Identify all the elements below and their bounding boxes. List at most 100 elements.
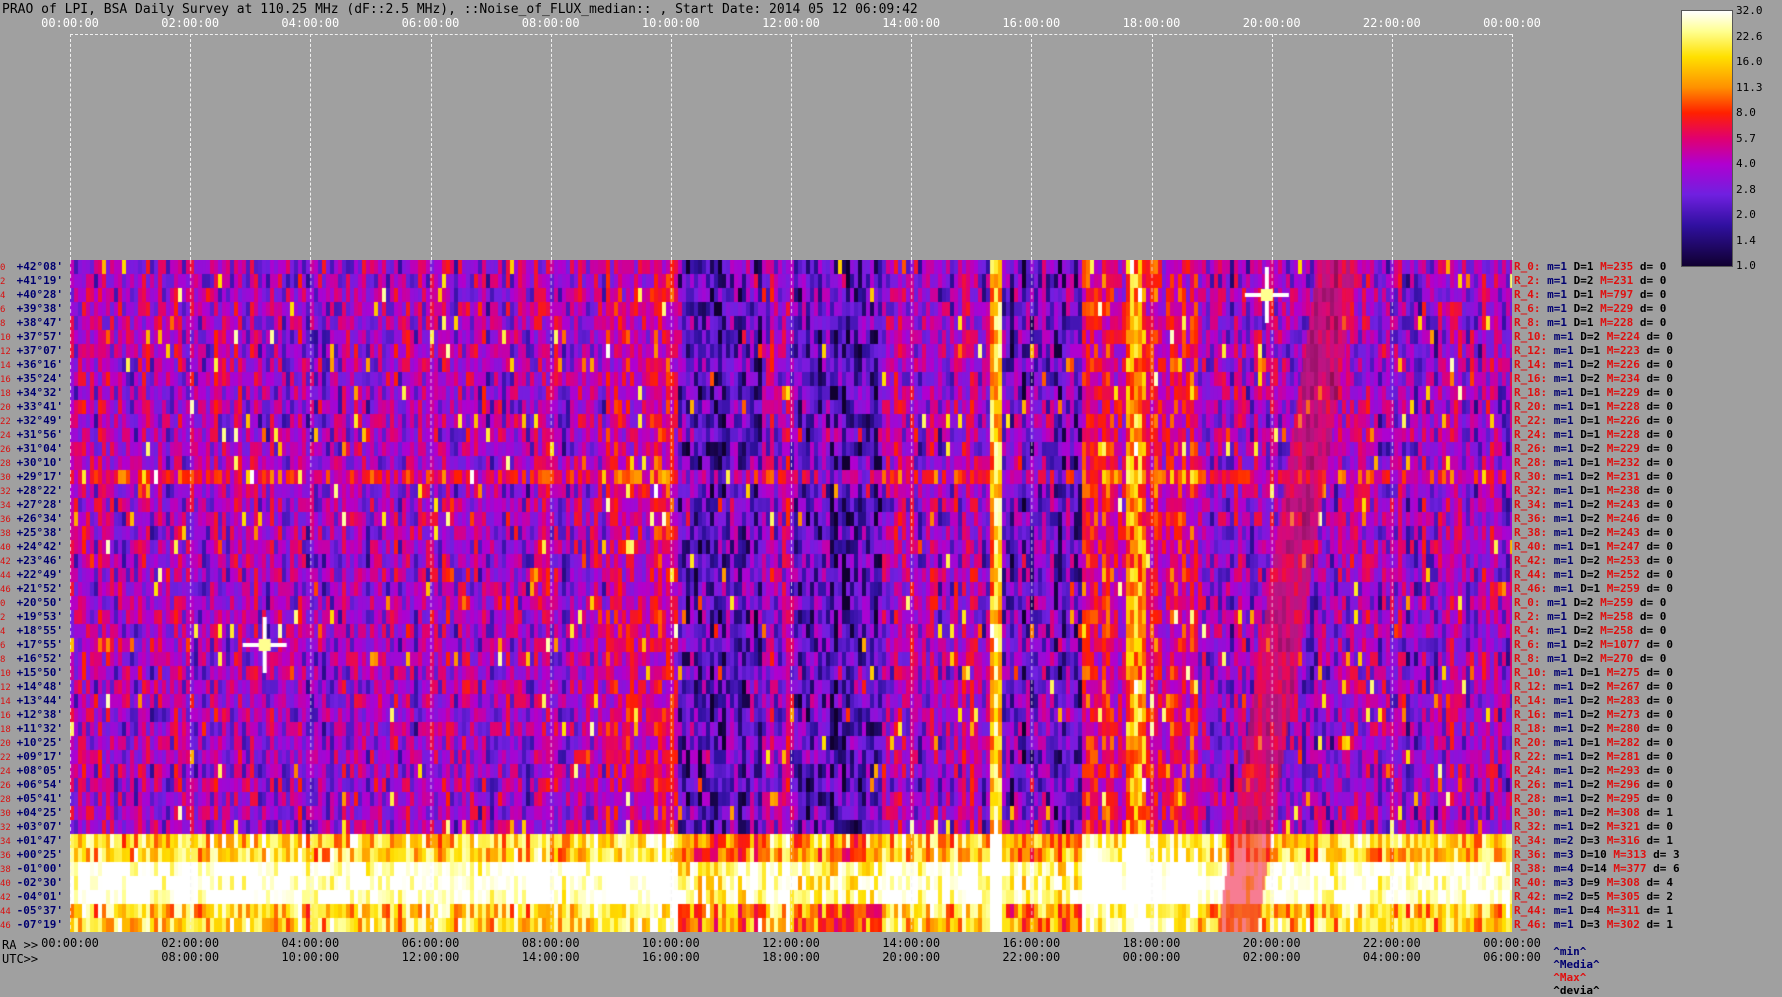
row-index: 18 [0, 724, 11, 735]
stat-field: R_16: [1514, 707, 1548, 721]
stat-field: m=4 [1547, 861, 1574, 875]
row-index: 30 [0, 472, 11, 483]
stat-field: D=1 [1573, 385, 1601, 399]
stat-field: R_32: [1514, 819, 1548, 833]
stat-field: m=1 [1547, 371, 1574, 385]
stat-field: M=308 [1600, 805, 1640, 819]
stat-field: d= 0 [1639, 483, 1673, 497]
row-statistics: R_0: m=1 D=1 M=235 d= 0 R_2: m=1 D=2 M=23… [1514, 260, 1714, 932]
utc-bottom-tick: 02:00:00 [1242, 950, 1301, 964]
stat-field: R_46: [1514, 917, 1548, 931]
stat-field: m=1 [1547, 917, 1574, 931]
grid-line [550, 34, 552, 260]
stat-field: R_4: [1514, 623, 1541, 637]
declination-value: +29°17' [10, 469, 63, 483]
row-stat: R_30: m=1 D=2 M=231 d= 0 [1514, 470, 1673, 484]
stat-field: m=2 [1547, 889, 1574, 903]
stat-field: m=1 [1547, 791, 1574, 805]
utc-top-tick: 08:00:00 [521, 16, 580, 30]
row-index: 30 [0, 808, 11, 819]
declination-value: +28°22' [10, 483, 63, 497]
legend-min: ^min^ [1553, 945, 1587, 958]
stat-field: m=1 [1547, 805, 1574, 819]
stat-field: D=2 [1573, 525, 1601, 539]
stat-field: M=246 [1600, 511, 1640, 525]
row-index: 28 [0, 458, 11, 469]
declination-label: 18 +11°32' [0, 722, 70, 736]
row-stat: R_14: m=1 D=2 M=226 d= 0 [1514, 358, 1673, 372]
row-index: 34 [0, 836, 11, 847]
stat-field: m=1 [1547, 399, 1574, 413]
declination-value: +31°04' [10, 441, 63, 455]
stat-field: m=1 [1547, 497, 1574, 511]
stat-field: m=1 [1540, 623, 1567, 637]
utc-bottom-tick: 14:00:00 [521, 950, 580, 964]
stat-field: m=1 [1547, 777, 1574, 791]
stat-field: d= 0 [1639, 399, 1673, 413]
stat-field: M=273 [1600, 707, 1640, 721]
stat-field: R_42: [1514, 553, 1548, 567]
stat-field: d= 0 [1639, 329, 1673, 343]
stat-field: D=1 [1573, 413, 1601, 427]
grid-line [1512, 34, 1513, 260]
declination-value: +16°52' [10, 651, 63, 665]
stat-field: m=1 [1547, 455, 1574, 469]
row-stat: R_10: m=1 D=1 M=275 d= 0 [1514, 666, 1673, 680]
stat-field: d= 0 [1633, 287, 1667, 301]
stat-field: M=247 [1600, 539, 1640, 553]
declination-value: +34°32' [10, 385, 63, 399]
stat-field: d= 0 [1639, 525, 1673, 539]
stat-field: D=2 [1573, 469, 1601, 483]
row-stat: R_8: m=1 D=1 M=228 d= 0 [1514, 316, 1666, 330]
row-index: 12 [0, 346, 11, 357]
stat-field: D=2 [1573, 679, 1601, 693]
colorbar-tick: 4.0 [1736, 157, 1756, 170]
stat-field: d= 0 [1639, 679, 1673, 693]
legend-max: ^Max^ [1553, 971, 1587, 984]
row-stat: R_6: m=1 D=2 M=1077 d= 0 [1514, 638, 1673, 652]
utc-bottom-tick: 10:00:00 [281, 950, 340, 964]
stat-field: m=1 [1547, 483, 1574, 497]
stat-field: m=1 [1547, 693, 1574, 707]
ra-tick: 04:00:00 [281, 936, 340, 950]
colorbar-tick: 32.0 [1736, 4, 1763, 17]
row-stat: R_2: m=1 D=2 M=258 d= 0 [1514, 610, 1666, 624]
stat-field: m=1 [1547, 469, 1574, 483]
stat-field: D=1 [1573, 581, 1601, 595]
declination-label: 22 +32°49' [0, 414, 70, 428]
stat-field: M=231 [1593, 273, 1634, 287]
stat-field: d= 0 [1639, 371, 1673, 385]
stat-field: R_28: [1514, 455, 1548, 469]
declination-value: +37°57' [10, 329, 63, 343]
row-index: 6 [0, 304, 6, 315]
stat-field: M=377 [1606, 861, 1647, 875]
row-index: 16 [0, 710, 11, 721]
grid-line [1031, 34, 1033, 260]
row-index: 46 [0, 584, 11, 595]
grid-line [1391, 34, 1393, 260]
stat-field: m=1 [1547, 329, 1574, 343]
declination-value: +01°47' [10, 833, 63, 847]
declination-label: 10 +37°57' [0, 330, 70, 344]
stat-field: M=258 [1593, 609, 1634, 623]
row-stat: R_24: m=1 D=2 M=293 d= 0 [1514, 764, 1673, 778]
stat-field: R_24: [1514, 427, 1548, 441]
row-index: 40 [0, 542, 11, 553]
stat-field: M=1077 [1593, 637, 1640, 651]
stat-field: M=238 [1600, 483, 1640, 497]
stat-field: D=1 [1573, 343, 1601, 357]
grid-line [310, 34, 312, 260]
stat-field: m=1 [1547, 763, 1574, 777]
stat-field: R_34: [1514, 497, 1548, 511]
declination-value: +38°47' [10, 315, 63, 329]
declination-label: 44 +22°49' [0, 568, 70, 582]
ra-tick: 06:00:00 [401, 936, 460, 950]
stat-field: R_14: [1514, 357, 1548, 371]
stat-field: R_22: [1514, 413, 1548, 427]
stat-field: D=1 [1573, 399, 1601, 413]
stat-field: m=1 [1547, 427, 1574, 441]
stat-field: d= 1 [1639, 917, 1673, 931]
row-index: 2 [0, 276, 6, 287]
row-stat: R_38: m=4 D=14 M=377 d= 6 [1514, 862, 1680, 876]
declination-label: 26 +06°54' [0, 778, 70, 792]
